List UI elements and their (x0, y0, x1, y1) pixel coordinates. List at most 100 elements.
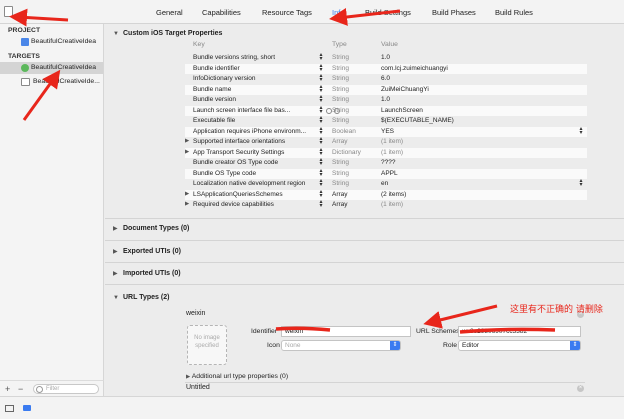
property-row[interactable]: ▶ LSApplicationQueriesSchemes ▴ ▾ Array (2 it… (185, 189, 587, 200)
section-title: Document Types (0) (123, 225, 190, 232)
disclosure-closed-icon[interactable]: ▶ (185, 201, 189, 207)
property-row[interactable]: Bundle versions string, short ▴ ▾ String 1.0 (185, 52, 587, 63)
property-value[interactable]: APPL (381, 170, 398, 177)
property-type: String (332, 169, 349, 177)
property-value[interactable]: $(EXECUTABLE_NAME) (381, 117, 454, 124)
additional-properties-toggle[interactable]: ▶ Additional url type properties (0) (186, 373, 288, 380)
key-stepper-icon[interactable]: ▴ ▾ (318, 63, 324, 73)
property-value[interactable]: LaunchScreen (381, 107, 423, 114)
property-type: Array (332, 190, 348, 198)
property-key: InfoDictionary version (193, 75, 256, 82)
property-type: Array (332, 201, 348, 208)
disclosure-closed-icon[interactable]: ▶ (185, 149, 189, 155)
column-header-key: Key (193, 41, 205, 48)
section-imported-utis[interactable]: ▶ Imported UTIs (0) (113, 270, 181, 277)
sidebar-item-label: BeautifulCreativeIdea (31, 64, 96, 71)
disclosure-closed-icon: ▶ (113, 226, 118, 232)
remove-row-icon[interactable] (334, 107, 340, 114)
key-stepper-icon[interactable]: ▴ ▾ (318, 199, 324, 209)
property-value[interactable]: (1 item) (381, 149, 403, 156)
sidebar-toggle-icon[interactable] (4, 6, 13, 17)
tab-build-rules[interactable]: Build Rules (495, 8, 533, 17)
url-type-image-well[interactable]: No image specified (187, 325, 227, 365)
icon-select[interactable]: None ⇕ (281, 340, 401, 351)
column-header-value: Value (381, 41, 398, 48)
remove-target-button[interactable]: − (18, 384, 23, 394)
property-row[interactable]: Bundle version ▴ ▾ String 1.0 (185, 94, 587, 105)
filter-input[interactable]: Filter (33, 384, 99, 394)
tab-build-settings[interactable]: Build Settings (365, 8, 411, 17)
tab-build-phases[interactable]: Build Phases (432, 8, 476, 17)
add-target-button[interactable]: + (5, 384, 10, 394)
property-list-table: Key Type Value Bundle versions string, s… (185, 41, 587, 221)
property-value[interactable]: ZuiMeiChuangYi (381, 86, 429, 93)
property-row[interactable]: Launch screen interface file bas... ▴ ▾ Str… (185, 105, 587, 116)
property-type: Boolean (332, 127, 356, 135)
property-value[interactable]: (1 item) (381, 201, 403, 208)
section-custom-properties[interactable]: ▼ Custom iOS Target Properties (113, 30, 222, 37)
tab-info[interactable]: Info (332, 8, 345, 17)
property-row[interactable]: ▶ App Transport Security Settings ▴ ▾ Dictio… (185, 147, 587, 158)
key-stepper-icon[interactable]: ▴ ▾ (318, 94, 324, 104)
property-row[interactable]: Executable file ▴ ▾ String $(EXECUTABLE_NAME… (185, 115, 587, 126)
project-header: PROJECT (8, 27, 41, 34)
url-schemes-field[interactable]: wx8e29306907cc5382 (458, 326, 581, 337)
tab-resource-tags[interactable]: Resource Tags (262, 8, 312, 17)
section-url-types[interactable]: ▼ URL Types (2) (113, 294, 169, 301)
disclosure-closed-icon: ▶ (113, 271, 118, 277)
remove-url-type-icon[interactable]: × (577, 385, 584, 392)
key-stepper-icon[interactable]: ▴ ▾ (318, 136, 324, 146)
role-label: Role (443, 342, 457, 349)
breakpoint-icon[interactable] (23, 405, 31, 411)
info-editor: ▼ Custom iOS Target Properties Key Type V… (105, 24, 624, 396)
property-row[interactable]: Bundle name ▴ ▾ String ZuiMeiChuangYi (185, 84, 587, 95)
value-stepper-icon[interactable]: ▴ ▾ (578, 178, 584, 189)
key-stepper-icon[interactable]: ▴ ▾ (318, 189, 324, 199)
key-stepper-icon[interactable]: ▴ ▾ (318, 52, 324, 62)
section-exported-utis[interactable]: ▶ Exported UTIs (0) (113, 248, 181, 255)
key-stepper-icon[interactable]: ▴ ▾ (318, 84, 324, 94)
sidebar-item-target-app[interactable]: BeautifulCreativeIdea (0, 62, 103, 74)
property-value[interactable]: 1.0 (381, 54, 390, 61)
tab-capabilities[interactable]: Capabilities (202, 8, 241, 17)
key-stepper-icon[interactable]: ▴ ▾ (318, 126, 324, 136)
add-row-icon[interactable] (326, 107, 332, 114)
sidebar-item-target-tests[interactable]: BeautifulCreativeIde... (0, 76, 103, 88)
key-stepper-icon[interactable]: ▴ ▾ (318, 73, 324, 83)
property-row[interactable]: Bundle creator OS Type code ▴ ▾ String???? (185, 157, 587, 168)
key-stepper-icon[interactable]: ▴ ▾ (318, 178, 324, 188)
disclosure-closed-icon[interactable]: ▶ (185, 191, 189, 197)
disclosure-closed-icon[interactable]: ▶ (185, 138, 189, 144)
role-select[interactable]: Editor ⇕ (458, 340, 581, 351)
key-stepper-icon[interactable]: ▴ ▾ (318, 115, 324, 125)
property-value[interactable]: (1 item) (381, 138, 403, 145)
property-row[interactable]: InfoDictionary version ▴ ▾ String 6.0 (185, 73, 587, 84)
property-value[interactable]: com.lcj.zuimeichuangyi (381, 65, 448, 72)
property-value[interactable]: YES (381, 128, 394, 135)
property-value[interactable]: 6.0 (381, 75, 390, 82)
column-header-type: Type (332, 41, 347, 48)
key-stepper-icon[interactable]: ▴ ▾ (318, 147, 324, 157)
property-row[interactable]: ▶ Supported interface orientations ▴ ▾ Array… (185, 136, 587, 147)
app-target-icon (21, 64, 29, 72)
key-stepper-icon[interactable]: ▴ ▾ (318, 157, 324, 167)
sidebar-item-project[interactable]: BeautifulCreativeIdea (0, 36, 103, 48)
editor-bottom-bar (0, 396, 624, 419)
key-stepper-icon[interactable]: ▴ ▾ (318, 168, 324, 178)
property-row[interactable]: Bundle identifier ▴ ▾ String com.lcj.zuimeic… (185, 63, 587, 74)
property-row[interactable]: Localization native development region ▴ ▾… (185, 178, 587, 189)
property-value[interactable]: ???? (381, 159, 395, 166)
identifier-field[interactable]: weixin (281, 326, 411, 337)
property-type: String (332, 54, 349, 61)
property-row[interactable]: ▶ Required device capabilities ▴ ▾ Array (1 i… (185, 199, 587, 210)
section-document-types[interactable]: ▶ Document Types (0) (113, 225, 189, 232)
tab-general[interactable]: General (156, 8, 183, 17)
property-row[interactable]: Application requires iPhone environm... ▴… (185, 126, 587, 137)
property-value[interactable]: 1.0 (381, 96, 390, 103)
property-row[interactable]: Bundle OS Type code ▴ ▾ String APPL (185, 168, 587, 179)
property-value[interactable]: (2 items) (381, 191, 406, 198)
debug-area-toggle-icon[interactable] (5, 405, 14, 412)
key-stepper-icon[interactable]: ▴ ▾ (318, 105, 324, 115)
property-value[interactable]: en (381, 180, 388, 187)
value-stepper-icon[interactable]: ▴ ▾ (578, 126, 584, 137)
